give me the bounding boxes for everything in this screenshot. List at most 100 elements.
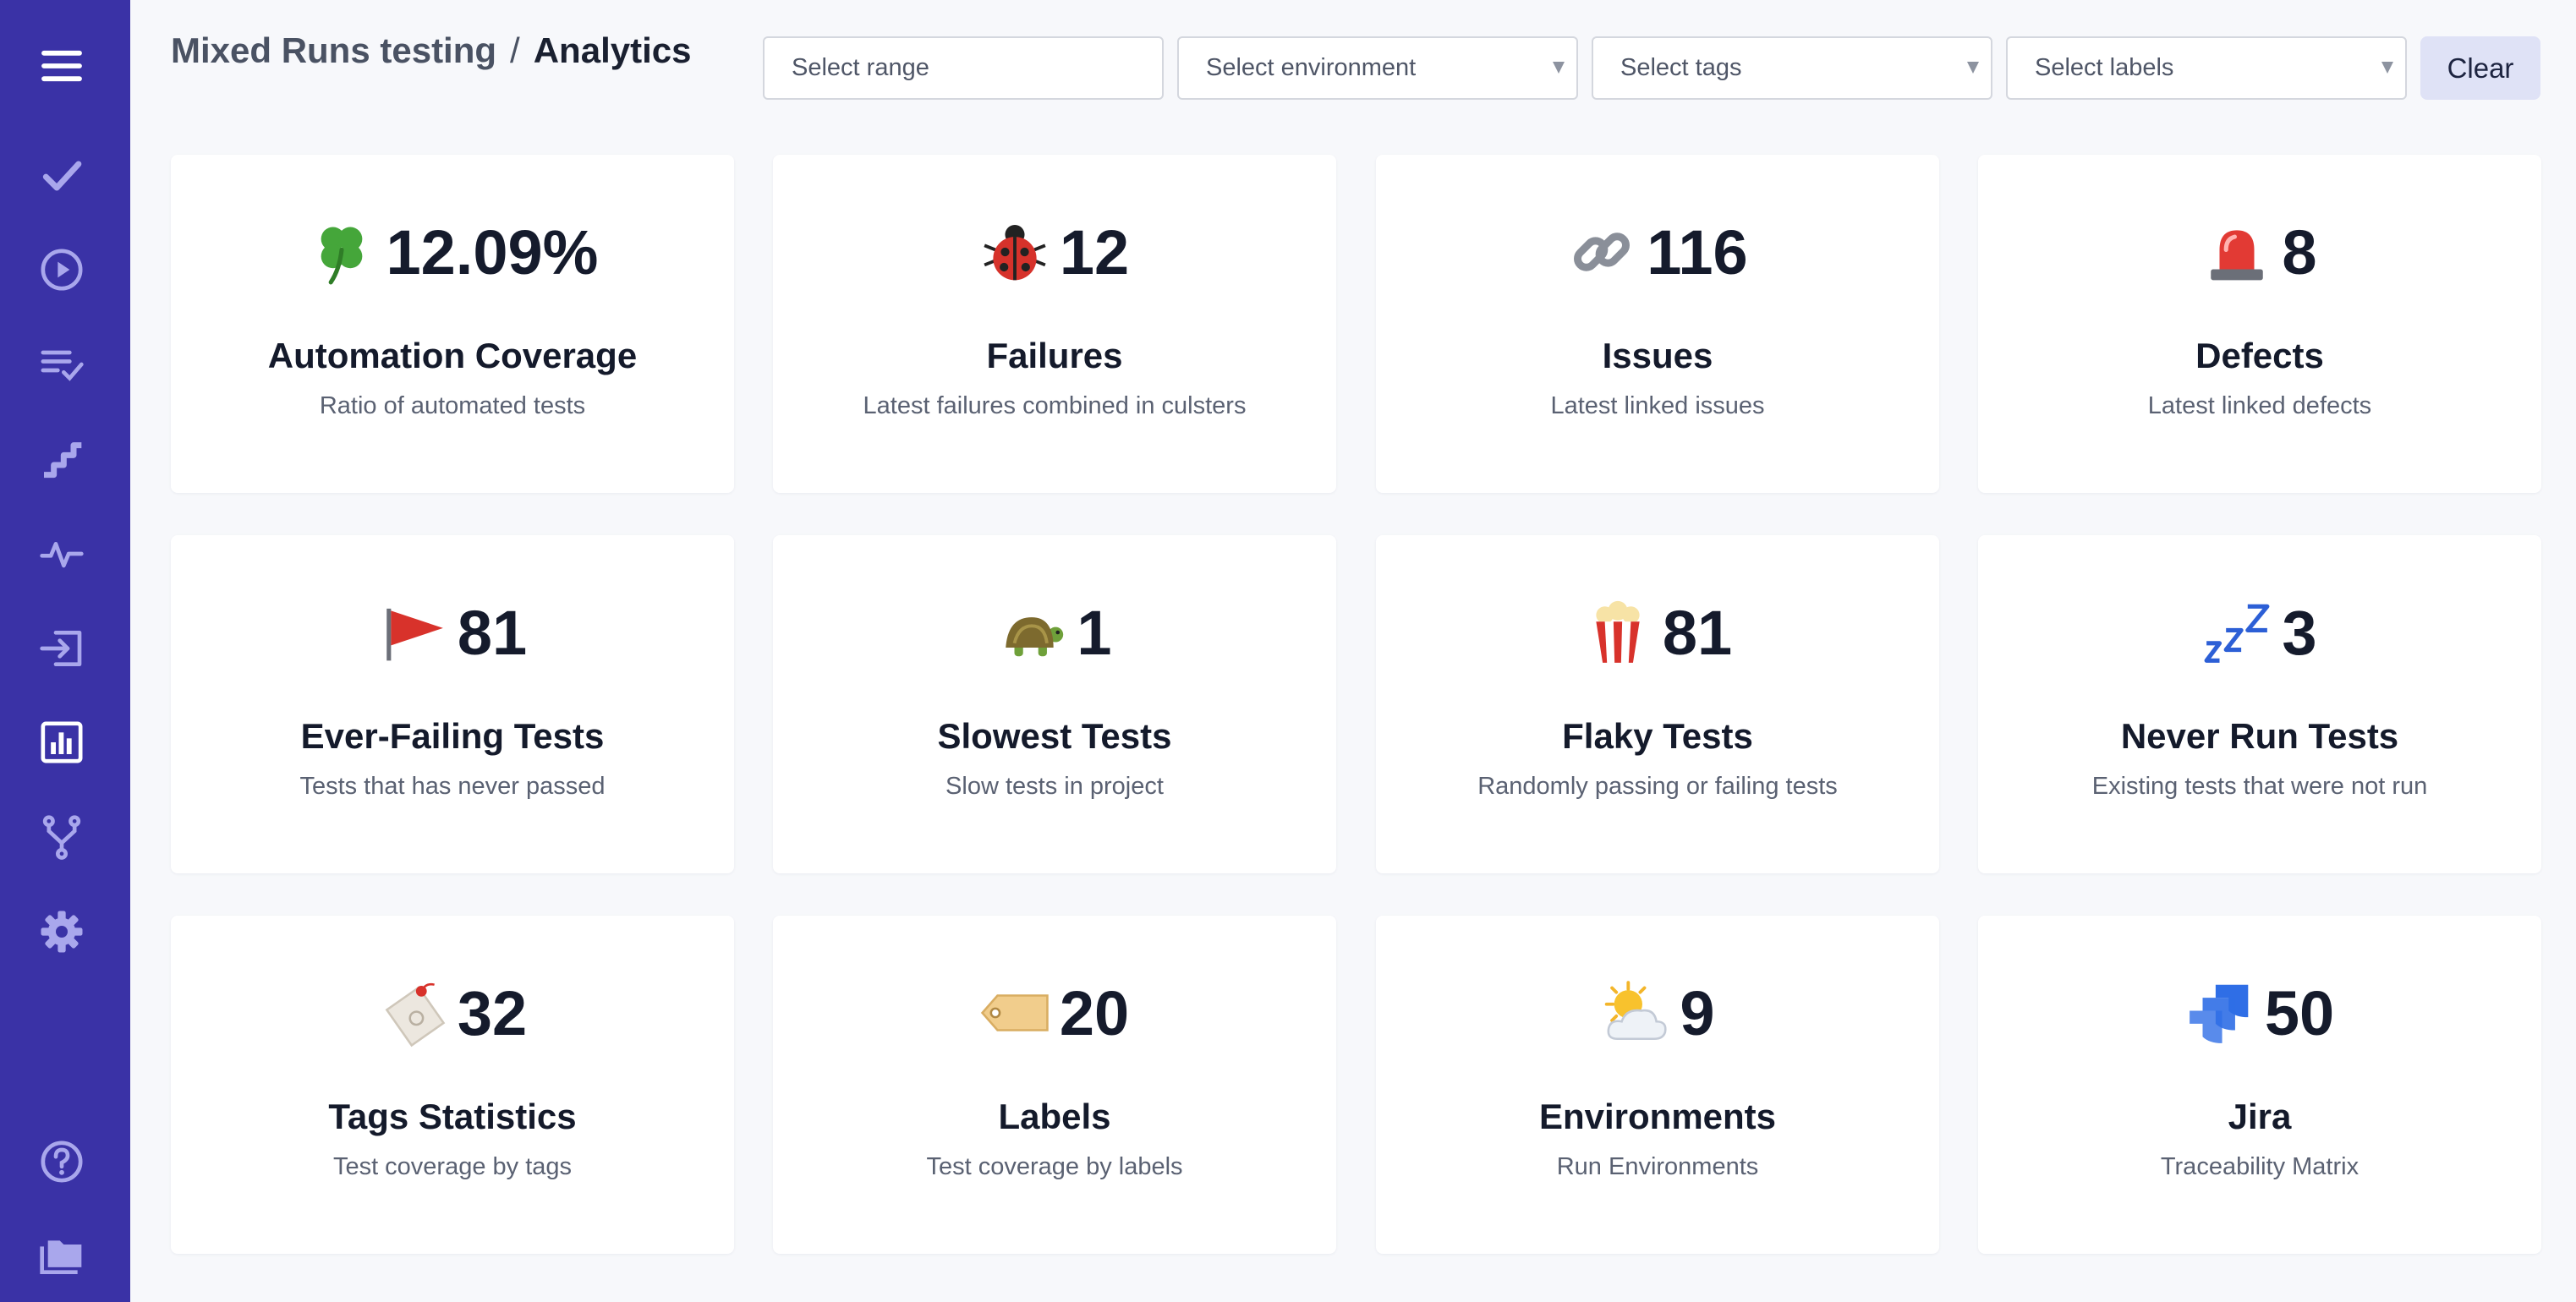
caret-down-icon — [2381, 62, 2393, 74]
breadcrumb-separator: / — [510, 30, 520, 70]
card-description: Latest linked issues — [1550, 392, 1765, 419]
folder-icon[interactable] — [31, 1226, 92, 1287]
card-value: 9 — [1680, 977, 1715, 1048]
card-ever-failing-tests[interactable]: 81 Ever-Failing Tests Tests that has nev… — [171, 535, 734, 873]
card-labels[interactable]: 20 Labels Test coverage by labels — [773, 916, 1336, 1254]
card-description: Test coverage by tags — [332, 1153, 573, 1180]
card-value: 12 — [1059, 216, 1130, 287]
card-metric: 1 — [773, 594, 1336, 670]
caret-down-icon — [1553, 62, 1565, 74]
card-title: Never Run Tests — [2120, 716, 2399, 756]
card-description: Ratio of automated tests — [319, 392, 586, 419]
card-metric: 81 — [171, 594, 734, 670]
branch-icon[interactable] — [31, 807, 92, 867]
label-icon — [980, 978, 1050, 1048]
card-metric: 9 — [1376, 975, 1939, 1051]
card-value: 1 — [1077, 597, 1112, 668]
analytics-icon[interactable] — [31, 712, 92, 773]
zzz-icon — [2202, 598, 2272, 667]
link-icon — [1567, 217, 1636, 287]
jira-logo-icon — [2185, 978, 2255, 1048]
labels-select[interactable]: Select labels — [2006, 36, 2407, 100]
turtle-icon — [997, 598, 1066, 667]
pulse-icon[interactable] — [31, 523, 92, 584]
card-metric: 12.09% — [171, 214, 734, 290]
card-metric: 32 — [171, 975, 734, 1051]
breadcrumb-project[interactable]: Mixed Runs testing — [171, 30, 496, 70]
caret-down-icon — [1967, 62, 1979, 74]
card-value: 8 — [2282, 216, 2317, 287]
sidebar — [0, 0, 130, 1302]
card-description: Randomly passing or failing tests — [1477, 773, 1838, 800]
card-failures[interactable]: 12 Failures Latest failures combined in … — [773, 155, 1336, 493]
card-value: 50 — [2264, 977, 2335, 1048]
range-select[interactable]: Select range — [763, 36, 1164, 100]
card-title: Tags Statistics — [328, 1097, 577, 1136]
card-title: Jira — [2228, 1097, 2292, 1136]
card-metric: 116 — [1376, 214, 1939, 290]
page-title: Analytics — [533, 30, 692, 70]
steps-icon[interactable] — [31, 429, 92, 490]
card-title: Issues — [1602, 336, 1713, 375]
card-never-run-tests[interactable]: 3 Never Run Tests Existing tests that we… — [1978, 535, 2541, 873]
tags-select[interactable]: Select tags — [1592, 36, 1992, 100]
list-check-icon[interactable] — [31, 334, 92, 395]
card-description: Traceability Matrix — [2160, 1153, 2360, 1180]
card-automation-coverage[interactable]: 12.09% Automation Coverage Ratio of auto… — [171, 155, 734, 493]
card-title: Labels — [998, 1097, 1111, 1136]
sun-behind-cloud-icon — [1600, 978, 1669, 1048]
card-description: Run Environments — [1556, 1153, 1759, 1180]
range-select-placeholder: Select range — [792, 54, 929, 81]
card-metric: 12 — [773, 214, 1336, 290]
card-metric: 81 — [1376, 594, 1939, 670]
popcorn-icon — [1583, 598, 1652, 667]
import-icon[interactable] — [31, 618, 92, 679]
card-metric: 50 — [1978, 975, 2541, 1051]
card-description: Test coverage by labels — [926, 1153, 1183, 1180]
card-value: 81 — [1662, 597, 1733, 668]
card-title: Defects — [2195, 336, 2324, 375]
card-description: Latest failures combined in culsters — [863, 392, 1247, 419]
tag-icon — [378, 978, 447, 1048]
check-icon[interactable] — [31, 145, 92, 206]
menu-icon[interactable] — [31, 36, 92, 96]
card-description: Existing tests that were not run — [2091, 773, 2428, 800]
card-value: 12.09% — [386, 216, 599, 287]
card-issues[interactable]: 116 Issues Latest linked issues — [1376, 155, 1939, 493]
card-value: 3 — [2282, 597, 2317, 668]
settings-icon[interactable] — [31, 901, 92, 962]
card-title: Flaky Tests — [1562, 716, 1753, 756]
card-metric: 8 — [1978, 214, 2541, 290]
card-value: 20 — [1059, 977, 1130, 1048]
environment-select[interactable]: Select environment — [1177, 36, 1578, 100]
card-value: 116 — [1647, 216, 1748, 287]
card-metric: 20 — [773, 975, 1336, 1051]
card-description: Tests that has never passed — [299, 773, 606, 800]
card-slowest-tests[interactable]: 1 Slowest Tests Slow tests in project — [773, 535, 1336, 873]
card-description: Latest linked defects — [2147, 392, 2372, 419]
environment-select-placeholder: Select environment — [1206, 54, 1417, 81]
clear-button[interactable]: Clear — [2420, 36, 2540, 100]
triangular-flag-icon — [378, 598, 447, 667]
clover-icon — [307, 217, 376, 287]
card-title: Failures — [986, 336, 1123, 375]
card-title: Automation Coverage — [267, 336, 638, 375]
card-tags-statistics[interactable]: 32 Tags Statistics Test coverage by tags — [171, 916, 734, 1254]
card-jira[interactable]: 50 Jira Traceability Matrix — [1978, 916, 2541, 1254]
tags-select-placeholder: Select tags — [1620, 54, 1742, 81]
ladybug-icon — [980, 217, 1050, 287]
card-value: 81 — [457, 597, 528, 668]
rotating-light-icon — [2202, 217, 2272, 287]
card-title: Slowest Tests — [937, 716, 1172, 756]
card-value: 32 — [457, 977, 528, 1048]
card-metric: 3 — [1978, 594, 2541, 670]
labels-select-placeholder: Select labels — [2035, 54, 2174, 81]
card-description: Slow tests in project — [945, 773, 1164, 800]
card-title: Ever-Failing Tests — [300, 716, 605, 756]
card-flaky-tests[interactable]: 81 Flaky Tests Randomly passing or faili… — [1376, 535, 1939, 873]
card-defects[interactable]: 8 Defects Latest linked defects — [1978, 155, 2541, 493]
play-circle-icon[interactable] — [31, 239, 92, 300]
card-title: Environments — [1538, 1097, 1777, 1136]
help-icon[interactable] — [31, 1131, 92, 1192]
card-environments[interactable]: 9 Environments Run Environments — [1376, 916, 1939, 1254]
